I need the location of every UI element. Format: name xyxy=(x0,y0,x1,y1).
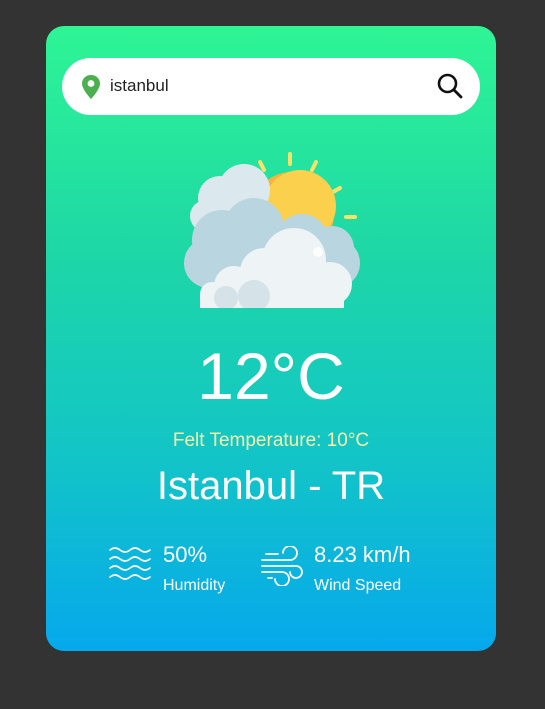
wind-value: 8.23 km/h xyxy=(314,542,411,567)
search-button[interactable] xyxy=(434,70,466,102)
humidity-stat: 50% Humidity xyxy=(108,538,258,598)
wind-label: Wind Speed xyxy=(314,577,402,594)
humidity-value: 50% xyxy=(163,542,208,567)
search-bar xyxy=(62,58,480,115)
search-icon xyxy=(437,73,463,99)
weather-card: 12°C Felt Temperature: 10°C Istanbul - T… xyxy=(46,26,496,651)
temperature: 12°C xyxy=(197,339,345,413)
humidity-label: Humidity xyxy=(163,577,226,594)
wind-icon xyxy=(261,546,303,586)
partly-cloudy-sun-icon xyxy=(184,152,360,308)
search-input[interactable] xyxy=(110,70,410,102)
location-name: Istanbul - TR xyxy=(156,464,386,508)
location-pin-icon xyxy=(82,75,100,99)
felt-temperature: Felt Temperature: 10°C xyxy=(172,430,370,451)
humidity-waves-icon xyxy=(109,547,151,580)
wind-stat: 8.23 km/h Wind Speed xyxy=(260,538,460,598)
